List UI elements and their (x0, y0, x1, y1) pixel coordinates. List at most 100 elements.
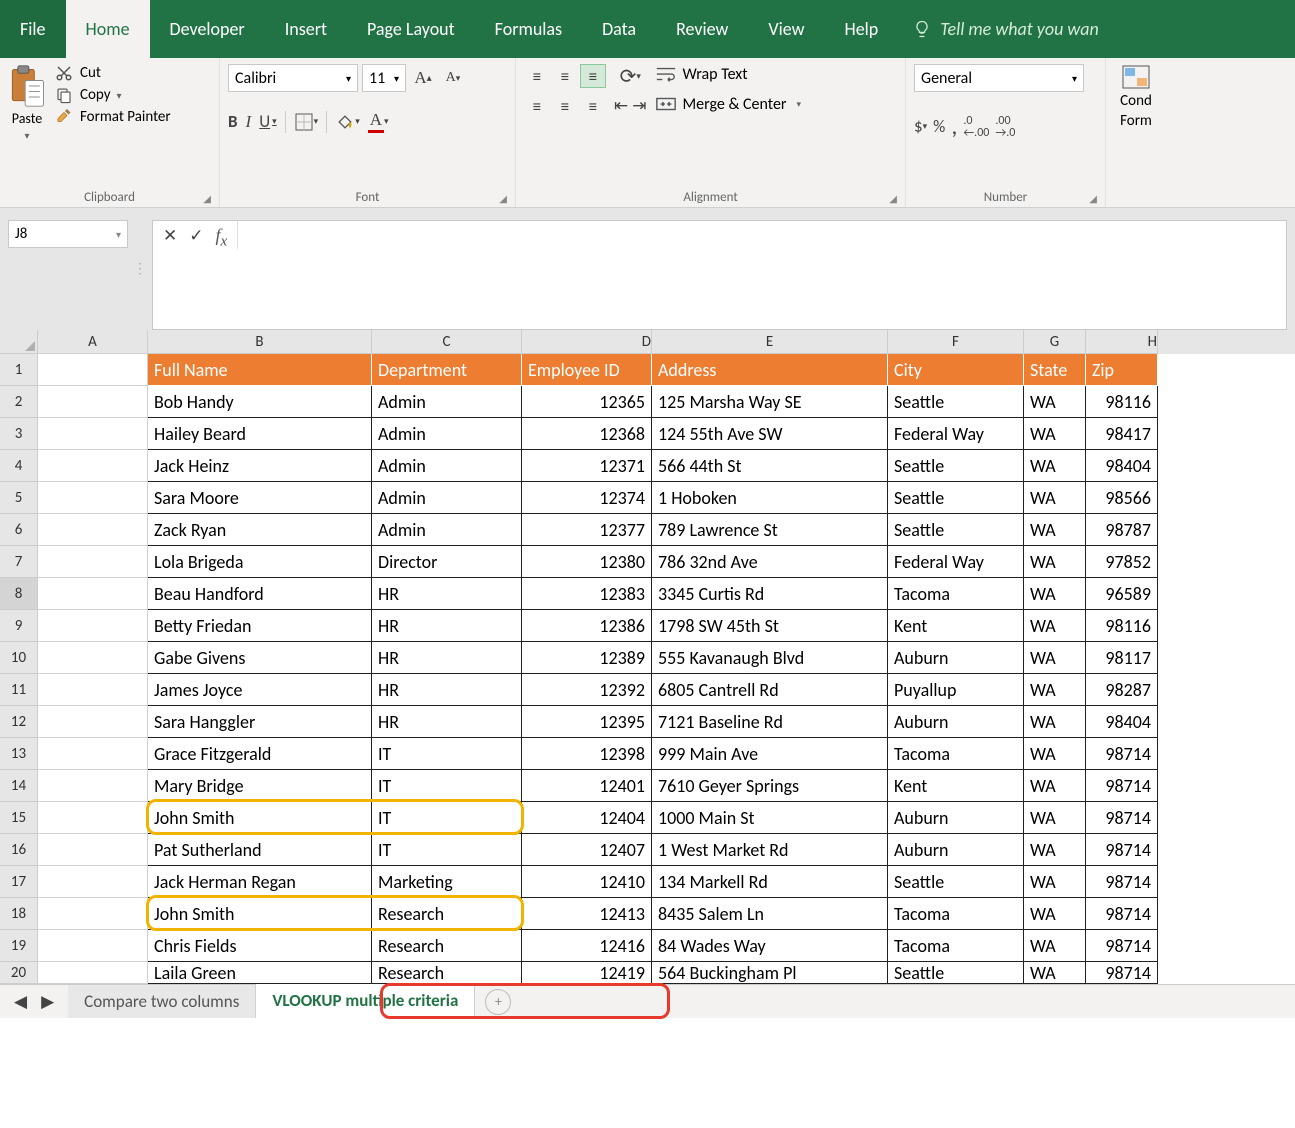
cell[interactable]: Admin (372, 386, 522, 418)
cell[interactable]: Department (372, 354, 522, 386)
cell[interactable] (38, 866, 148, 898)
cell[interactable]: WA (1024, 738, 1086, 770)
cell[interactable]: WA (1024, 546, 1086, 578)
cell[interactable] (38, 450, 148, 482)
row-header[interactable]: 17 (0, 866, 38, 898)
cell[interactable]: 12383 (522, 578, 652, 610)
cell[interactable]: 98566 (1086, 482, 1158, 514)
cell[interactable]: 98117 (1086, 642, 1158, 674)
comma-format-button[interactable]: , (951, 112, 957, 141)
cell[interactable]: 98714 (1086, 770, 1158, 802)
increase-font-button[interactable]: A▴ (410, 65, 436, 91)
tab-review[interactable]: Review (656, 0, 748, 58)
accounting-format-button[interactable]: $▾ (914, 116, 927, 137)
cell[interactable]: 786 32nd Ave (652, 546, 888, 578)
tab-formulas[interactable]: Formulas (475, 0, 582, 58)
italic-button[interactable]: I (246, 112, 252, 132)
cell[interactable]: Grace Fitzgerald (148, 738, 372, 770)
row-header[interactable]: 6 (0, 514, 38, 546)
cell[interactable]: Admin (372, 482, 522, 514)
increase-decimal-button[interactable]: .0←.00 (963, 115, 989, 139)
cell[interactable]: WA (1024, 482, 1086, 514)
tab-help[interactable]: Help (824, 0, 898, 58)
cell[interactable]: Gabe Givens (148, 642, 372, 674)
cell[interactable]: 1798 SW 45th St (652, 610, 888, 642)
cell[interactable] (38, 642, 148, 674)
cell[interactable]: Auburn (888, 834, 1024, 866)
cell[interactable] (38, 418, 148, 450)
cell[interactable]: Research (372, 930, 522, 962)
cell[interactable]: WA (1024, 770, 1086, 802)
cell[interactable]: Lola Brigeda (148, 546, 372, 578)
prev-sheet-button[interactable]: ◀ (14, 991, 27, 1012)
cell[interactable]: 12371 (522, 450, 652, 482)
cell[interactable]: 12392 (522, 674, 652, 706)
cell[interactable]: Auburn (888, 802, 1024, 834)
cell[interactable]: 12407 (522, 834, 652, 866)
cell[interactable]: 3345 Curtis Rd (652, 578, 888, 610)
cell[interactable]: Zack Ryan (148, 514, 372, 546)
cell[interactable]: John Smith (148, 802, 372, 834)
cell[interactable]: 12401 (522, 770, 652, 802)
cell[interactable]: Seattle (888, 514, 1024, 546)
cell[interactable]: 6805 Cantrell Rd (652, 674, 888, 706)
cell[interactable]: 98714 (1086, 834, 1158, 866)
cell[interactable]: James Joyce (148, 674, 372, 706)
cell[interactable]: Tacoma (888, 930, 1024, 962)
cell[interactable]: HR (372, 610, 522, 642)
tab-page-layout[interactable]: Page Layout (347, 0, 475, 58)
tab-file[interactable]: File (0, 0, 66, 58)
cell[interactable]: John Smith (148, 898, 372, 930)
decrease-indent-button[interactable]: ⇤ (614, 95, 628, 116)
cell[interactable] (38, 514, 148, 546)
cell[interactable]: HR (372, 674, 522, 706)
cell[interactable]: 12419 (522, 962, 652, 984)
cell[interactable]: 12410 (522, 866, 652, 898)
cell[interactable]: WA (1024, 802, 1086, 834)
cell[interactable]: WA (1024, 930, 1086, 962)
wrap-text-button[interactable]: Wrap Text (655, 64, 802, 84)
cell[interactable]: Federal Way (888, 418, 1024, 450)
align-middle-button[interactable]: ≡ (552, 64, 578, 88)
cell[interactable]: HR (372, 578, 522, 610)
font-color-button[interactable]: A▾ (368, 110, 389, 133)
cell[interactable]: 564 Buckingham Pl (652, 962, 888, 984)
cell[interactable]: 98404 (1086, 450, 1158, 482)
cell[interactable]: WA (1024, 514, 1086, 546)
cell[interactable]: 12368 (522, 418, 652, 450)
cell[interactable]: 98714 (1086, 866, 1158, 898)
cell[interactable]: WA (1024, 610, 1086, 642)
cell[interactable] (38, 354, 148, 386)
cell[interactable]: WA (1024, 834, 1086, 866)
cell[interactable]: IT (372, 738, 522, 770)
tab-data[interactable]: Data (582, 0, 656, 58)
cell[interactable]: WA (1024, 642, 1086, 674)
cell[interactable]: Sara Moore (148, 482, 372, 514)
cell[interactable]: Kent (888, 610, 1024, 642)
font-dialog-launcher[interactable]: ◢ (499, 192, 507, 205)
cell[interactable]: 12377 (522, 514, 652, 546)
cell[interactable]: Federal Way (888, 546, 1024, 578)
copy-button[interactable]: Copy▾ (54, 86, 171, 104)
row-header[interactable]: 13 (0, 738, 38, 770)
cell[interactable]: 12404 (522, 802, 652, 834)
cell[interactable] (38, 546, 148, 578)
cell[interactable]: 98417 (1086, 418, 1158, 450)
col-header-B[interactable]: B (148, 330, 372, 354)
cell[interactable] (38, 386, 148, 418)
cell[interactable]: Seattle (888, 482, 1024, 514)
cell[interactable]: WA (1024, 962, 1086, 984)
cell[interactable]: 12374 (522, 482, 652, 514)
tell-me-search[interactable]: Tell me what you wan (898, 0, 1113, 58)
cell[interactable] (38, 962, 148, 984)
cell[interactable]: 98714 (1086, 738, 1158, 770)
cell[interactable]: 8435 Salem Ln (652, 898, 888, 930)
format-painter-button[interactable]: Format Painter (54, 108, 171, 126)
cell[interactable]: Zip (1086, 354, 1158, 386)
cell[interactable]: 84 Wades Way (652, 930, 888, 962)
fill-color-button[interactable]: ▾ (335, 112, 360, 132)
cell[interactable] (38, 578, 148, 610)
alignment-dialog-launcher[interactable]: ◢ (889, 192, 897, 205)
enter-formula-button[interactable]: ✓ (189, 225, 203, 246)
cell[interactable]: Marketing (372, 866, 522, 898)
